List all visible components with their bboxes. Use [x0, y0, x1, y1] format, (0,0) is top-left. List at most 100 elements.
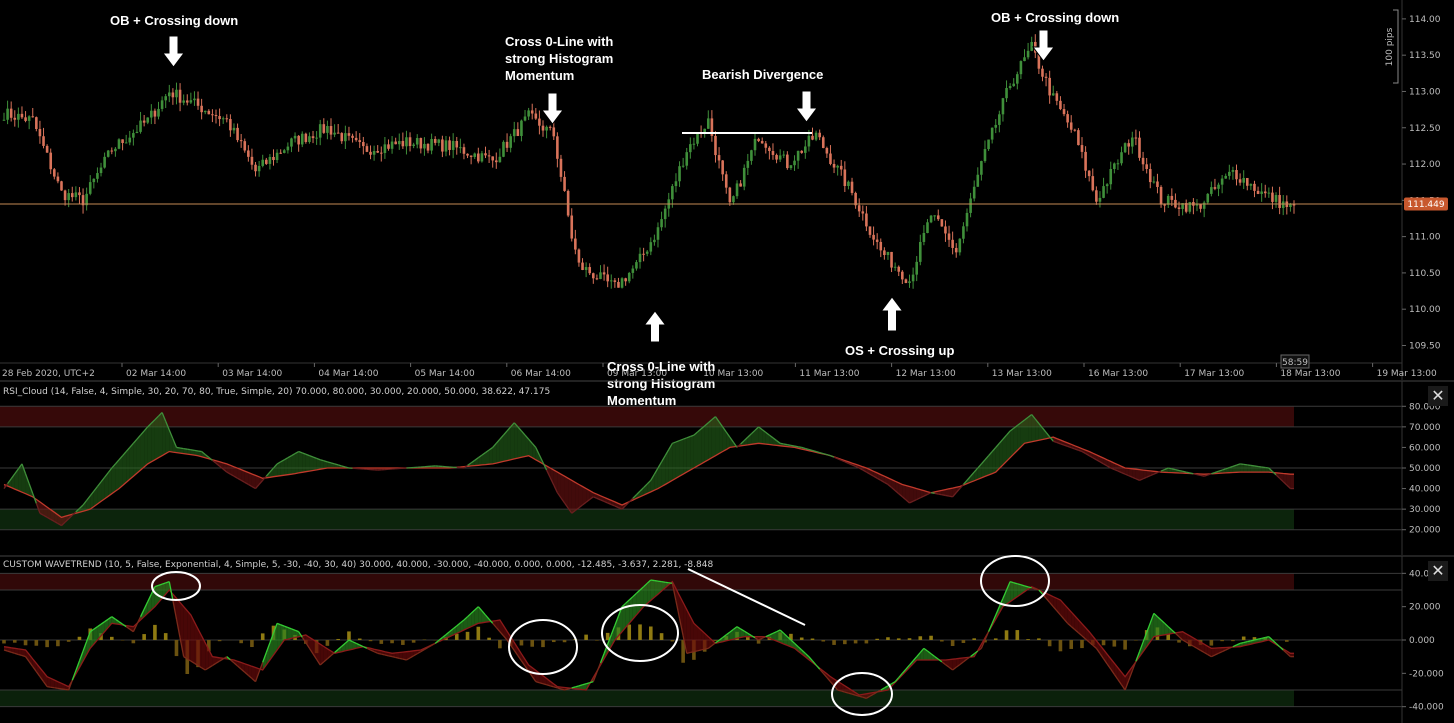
oscillator-line	[934, 492, 939, 495]
oscillator-line	[798, 446, 802, 449]
annotation-line: strong Histogram	[505, 51, 613, 66]
price-panel[interactable]: 114.00113.50113.00112.50112.00111.50111.…	[0, 0, 1448, 408]
oscillator-line	[54, 687, 58, 689]
x-tick-label: 18 Mar 13:00	[1280, 369, 1340, 379]
candle-body	[1141, 157, 1145, 165]
candle-body	[200, 105, 203, 113]
candle-body	[1177, 207, 1181, 209]
cloud-segment	[510, 422, 515, 460]
candle-body	[6, 108, 9, 120]
histogram-bar	[551, 640, 556, 643]
candle-body	[239, 140, 243, 142]
candle-body	[656, 227, 660, 240]
cloud-segment	[693, 432, 698, 468]
candle-body	[681, 165, 685, 167]
close-rsi-panel-button[interactable]: ✕	[1428, 386, 1448, 406]
x-tick-label: 17 Mar 13:00	[1184, 369, 1244, 379]
candle-body	[606, 274, 609, 282]
y-tick-label: 70.000	[1409, 423, 1441, 433]
histogram-bar	[821, 640, 826, 642]
histogram-bar	[1220, 640, 1224, 642]
candle-body	[175, 89, 178, 98]
oscillator-line	[700, 648, 705, 651]
candle-body	[1012, 83, 1016, 87]
candle-body	[642, 253, 645, 255]
candle-body	[994, 124, 998, 128]
histogram-bar	[940, 640, 944, 642]
rsi-plot	[3, 411, 1294, 527]
candle-body	[660, 219, 663, 228]
candle-body	[304, 133, 308, 142]
annotation-line: strong Histogram	[607, 376, 715, 391]
candle-body	[969, 198, 972, 213]
histogram-bar	[12, 640, 17, 643]
candle-body	[225, 118, 229, 120]
candle-body	[505, 141, 509, 148]
rsi-title: RSI_Cloud (14, False, 4, Simple, 30, 20,…	[3, 387, 550, 397]
candle-body	[947, 233, 951, 240]
cloud-segment	[1010, 428, 1014, 458]
candle-body	[178, 89, 182, 103]
oscillator-line	[194, 449, 199, 452]
candle-body	[150, 110, 153, 118]
candle-body	[405, 137, 408, 147]
cloud-segment	[147, 423, 152, 464]
cloud-segment	[136, 435, 141, 474]
candle-body	[509, 136, 512, 148]
histogram-bar	[1101, 640, 1106, 646]
wavetrend-panel[interactable]: CUSTOM WAVETREND (10, 5, False, Exponent…	[0, 555, 1454, 723]
candle-body	[559, 158, 563, 177]
candle-body	[193, 98, 196, 101]
wavetrend-y-ticks: 40.00020.0000.000-20.000-40.000	[1402, 569, 1444, 713]
candle-body	[1091, 176, 1095, 191]
y-tick-label: 60.000	[1409, 443, 1441, 453]
cloud-segment	[701, 425, 705, 464]
candle-body	[602, 272, 606, 275]
candle-body	[1228, 171, 1231, 176]
candle-body	[142, 120, 146, 123]
candle-body	[17, 113, 20, 120]
candle-body	[581, 262, 584, 270]
y-tick-label: 20.000	[1409, 526, 1441, 536]
cloud-segment	[309, 455, 314, 472]
candle-body	[1138, 137, 1141, 158]
candle-body	[376, 150, 380, 153]
candle-body	[1120, 152, 1123, 164]
y-tick-label: 113.00	[1409, 87, 1441, 97]
arrow-down-icon	[162, 35, 185, 68]
candle-body	[390, 141, 394, 149]
candle-body	[160, 100, 164, 109]
candle-body	[990, 127, 994, 140]
chart-area[interactable]: 114.00113.50113.00112.50112.00111.50111.…	[0, 0, 1454, 723]
cloud-segment	[909, 486, 914, 503]
histogram-bar	[530, 640, 535, 647]
oscillator-line	[395, 656, 400, 659]
oscillator-line	[1243, 641, 1248, 644]
candle-body	[387, 144, 390, 149]
annotation-line: Momentum	[505, 68, 574, 83]
candle-body	[753, 138, 757, 151]
candle-body	[771, 151, 775, 155]
histogram-bar	[648, 626, 653, 640]
candle-body	[893, 266, 897, 268]
candle-body	[965, 212, 969, 227]
oscillator-line	[650, 579, 655, 582]
cloud-segment	[686, 436, 691, 473]
candle-body	[1156, 181, 1159, 187]
oscillator-line	[1240, 463, 1244, 466]
candle-body	[423, 143, 426, 149]
candle-body	[617, 281, 620, 288]
candle-body	[9, 108, 13, 118]
oscillator-line	[948, 495, 953, 498]
candle-body	[1217, 184, 1220, 189]
rsi-panel[interactable]: RSI_Cloud (14, False, 4, Simple, 30, 20,…	[0, 380, 1454, 555]
candle-body	[1267, 192, 1271, 194]
close-wavetrend-panel-button[interactable]: ✕	[1428, 561, 1448, 581]
last-price-label: 111.449	[1407, 200, 1444, 210]
oscillator-line	[596, 662, 602, 673]
candle-body	[164, 96, 167, 101]
candle-body	[275, 152, 279, 161]
oscillator-line	[704, 647, 709, 650]
oscillator-line	[183, 447, 188, 450]
cloud-segment	[693, 623, 698, 652]
